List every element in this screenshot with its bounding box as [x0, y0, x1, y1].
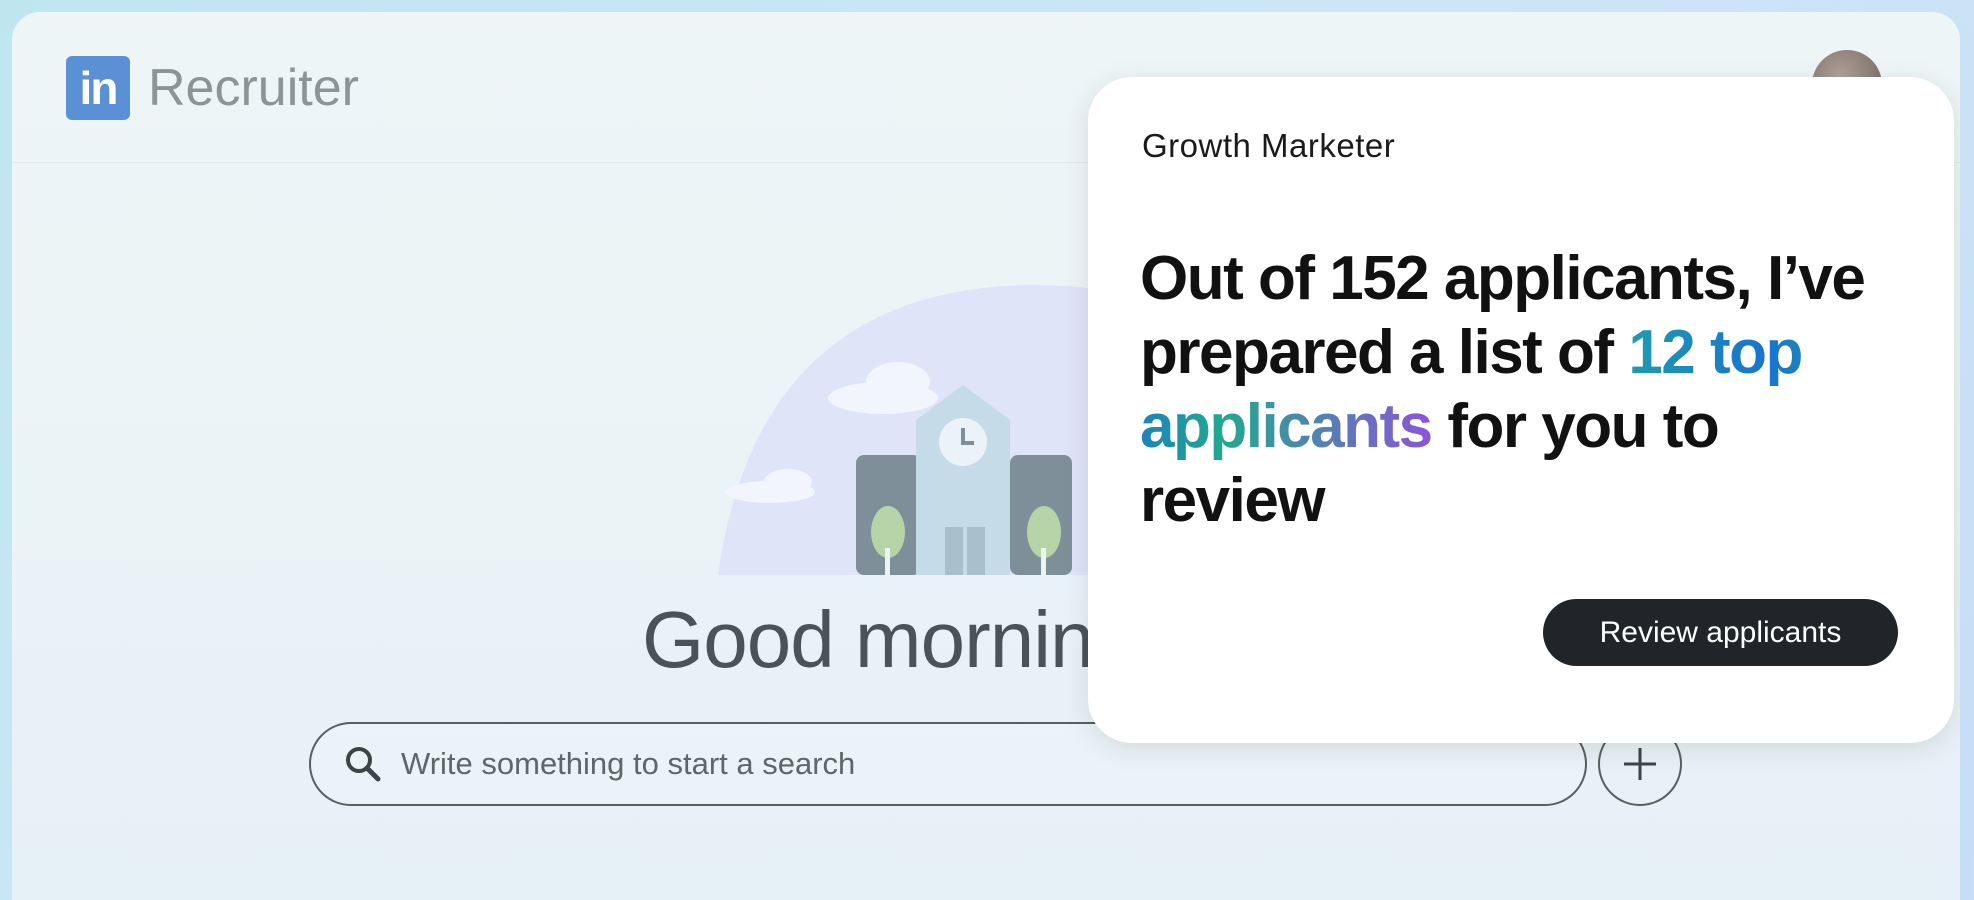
search-icon: [346, 747, 381, 782]
linkedin-recruiter-logo[interactable]: in Recruiter: [66, 56, 359, 120]
greeting-heading: Good mornin: [642, 595, 1094, 684]
recruiter-app-window: in Recruiter Good mornin Write something…: [12, 12, 1960, 900]
school-building-illustration: [718, 285, 1148, 575]
app-name: Recruiter: [148, 59, 359, 117]
search-input[interactable]: [399, 745, 1545, 783]
plus-icon: [1624, 748, 1656, 780]
applicant-summary-message: Out of 152 applicants, I’ve prepared a l…: [1140, 242, 1910, 538]
applicant-summary-card: Growth Marketer Out of 152 applicants, I…: [1088, 77, 1954, 743]
linkedin-logo-icon: in: [66, 56, 130, 120]
job-title: Growth Marketer: [1142, 127, 1396, 164]
review-applicants-button[interactable]: Review applicants: [1543, 599, 1898, 666]
